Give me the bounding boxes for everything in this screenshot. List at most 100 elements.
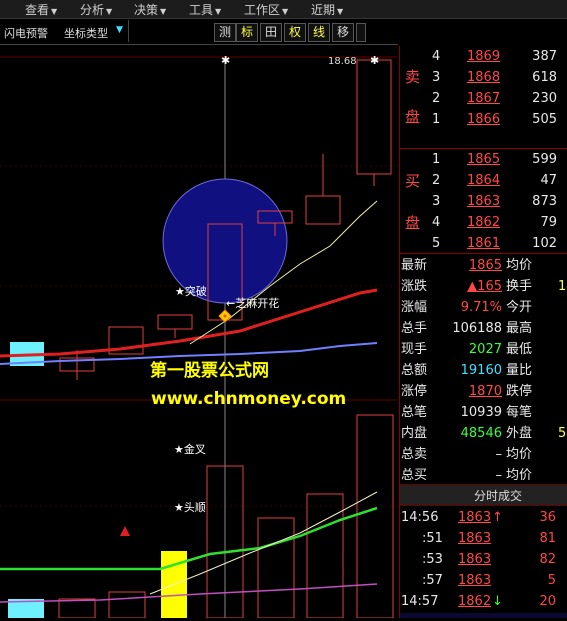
stat-label: 最新 bbox=[401, 258, 428, 273]
coord-type-label[interactable]: 坐标类型 bbox=[64, 25, 108, 41]
quote-row[interactable]: 现手 2027 最低 bbox=[400, 339, 567, 360]
tick-row[interactable]: :53 1863 82 bbox=[400, 549, 567, 570]
volume-bar bbox=[58, 598, 96, 619]
svg-text:✱: ✱ bbox=[370, 54, 379, 67]
ticks-header-label: 分时成交 bbox=[474, 489, 523, 503]
volume: 873 bbox=[532, 194, 557, 209]
quote-row[interactable]: 涨幅 9.71% 今开 bbox=[400, 297, 567, 318]
quote-row[interactable]: 总买 – 均价 bbox=[400, 465, 567, 486]
menu-item-label: 决策 bbox=[134, 3, 159, 17]
stat-label: 最低 bbox=[506, 342, 533, 357]
menu-item-label: 近期 bbox=[311, 3, 336, 17]
menu-item[interactable]: 分析 ▼ bbox=[80, 1, 112, 18]
move-button[interactable]: 移 bbox=[332, 23, 354, 42]
breakout-annotation: ★突破 bbox=[175, 285, 207, 298]
head-smooth-annotation: ★头顺 bbox=[174, 501, 206, 514]
quote-row[interactable]: 最新 1865 均价 bbox=[400, 255, 567, 276]
price: 1866 bbox=[467, 112, 501, 127]
buy-row[interactable]: 4 1862 79 bbox=[400, 212, 567, 233]
stat-label: 每笔 bbox=[506, 405, 533, 420]
level: 3 bbox=[432, 194, 441, 209]
sell-row[interactable]: 1 1866 505 bbox=[400, 109, 567, 130]
tick-row[interactable]: 14:57 1862 20 ↓ bbox=[400, 591, 567, 612]
tick-price: 1863 bbox=[458, 531, 492, 546]
level: 4 bbox=[432, 215, 441, 230]
price: 1862 bbox=[467, 215, 501, 230]
tick-time: :51 bbox=[422, 531, 443, 546]
menu-item-label: 分析 bbox=[80, 3, 105, 17]
tick-row[interactable]: :51 1863 81 bbox=[400, 528, 567, 549]
quote-row[interactable]: 涨跌 ▲165 换手 14 bbox=[400, 276, 567, 297]
stat-value: 5 bbox=[558, 426, 567, 441]
level: 3 bbox=[432, 70, 441, 85]
menu-item[interactable]: 近期 ▼ bbox=[311, 1, 343, 18]
sell-row[interactable]: 4 1869 387 bbox=[400, 46, 567, 67]
stat-label: 换手 bbox=[506, 279, 533, 294]
quote-row[interactable]: 总笔 10939 每笔 bbox=[400, 402, 567, 423]
price: 1868 bbox=[467, 70, 501, 85]
buy-row[interactable]: 2 1864 47 bbox=[400, 170, 567, 191]
chevron-down-icon: ▼ bbox=[282, 7, 289, 16]
menu-item[interactable]: 查看 ▼ bbox=[25, 1, 57, 18]
tick-row[interactable]: 14:56 1863 36 ↑ bbox=[400, 507, 567, 528]
stat-label: 今开 bbox=[506, 300, 533, 315]
quote-row[interactable]: 涨停 1870 跌停 bbox=[400, 381, 567, 402]
menu-bar: 查看 ▼ 分析 ▼ 决策 ▼ 工具 ▼ 工作区 ▼ 近期 ▼ bbox=[0, 0, 567, 19]
line-button[interactable]: 线 bbox=[308, 23, 330, 42]
stat-value: 1865 bbox=[468, 258, 502, 273]
volume: 387 bbox=[532, 49, 557, 64]
stat-label: 跌停 bbox=[506, 384, 533, 399]
volume-bar bbox=[257, 517, 295, 619]
signal-triangle bbox=[120, 526, 130, 536]
menu-item[interactable]: 工作区 ▼ bbox=[244, 1, 288, 18]
tick-row[interactable]: :57 1863 5 bbox=[400, 570, 567, 591]
price: 1869 bbox=[467, 49, 501, 64]
quote-row[interactable]: 总额 19160 量比 bbox=[400, 360, 567, 381]
volume: 230 bbox=[532, 91, 557, 106]
mark-button[interactable]: 标 bbox=[236, 23, 258, 42]
arrow-up-icon: ↑ bbox=[492, 510, 503, 525]
level: 2 bbox=[432, 91, 441, 106]
level: 5 bbox=[432, 236, 441, 251]
stat-label: 最高 bbox=[506, 321, 533, 336]
stat-value: 2027 bbox=[468, 342, 502, 357]
sell-row[interactable]: 3 1868 618 bbox=[400, 67, 567, 88]
stat-value: 14 bbox=[558, 279, 567, 294]
stat-value: – bbox=[495, 447, 503, 462]
stat-value: 106188 bbox=[452, 321, 502, 336]
volume: 599 bbox=[532, 152, 557, 167]
grid-button[interactable]: 田 bbox=[260, 23, 282, 42]
quote-row[interactable]: 总手 106188 最高 bbox=[400, 318, 567, 339]
svg-text:✱: ✱ bbox=[221, 54, 230, 67]
price-high-label: 18.68 bbox=[328, 56, 357, 67]
stat-label: 涨跌 bbox=[401, 279, 428, 294]
stat-value: 1870 bbox=[468, 384, 502, 399]
menu-item-label: 工作区 bbox=[244, 3, 281, 17]
toolbar-field[interactable] bbox=[128, 20, 211, 42]
buy-row[interactable]: 3 1863 873 bbox=[400, 191, 567, 212]
alert-label[interactable]: 闪电预警 bbox=[4, 25, 48, 41]
ticks-header[interactable]: 分时成交 bbox=[400, 484, 567, 506]
stat-label: 总买 bbox=[401, 468, 428, 483]
stat-label: 现手 bbox=[401, 342, 428, 357]
quote-row[interactable]: 内盘 48546 外盘 5 bbox=[400, 423, 567, 444]
tick-time: :53 bbox=[422, 552, 443, 567]
chevron-down-icon: ▼ bbox=[160, 7, 167, 16]
coord-dropdown-icon[interactable]: ▼ bbox=[116, 25, 123, 35]
menu-item-label: 查看 bbox=[25, 3, 50, 17]
price: 1863 bbox=[467, 194, 501, 209]
candle bbox=[356, 59, 392, 175]
chart-canvas: ✱ ✱ bbox=[0, 54, 397, 619]
buy-row[interactable]: 1 1865 599 bbox=[400, 149, 567, 170]
rights-button[interactable]: 权 bbox=[284, 23, 306, 42]
measure-button[interactable]: 测 bbox=[214, 23, 236, 42]
toolbar-overflow[interactable] bbox=[356, 23, 366, 42]
quote-row[interactable]: 总卖 – 均价 bbox=[400, 444, 567, 465]
stat-label: 均价 bbox=[506, 447, 533, 462]
kline-chart[interactable]: ✱ ✱ 18.68 ★突破 ←芝麻开花 ★金叉 ★头顺 第一股票公式网 www.… bbox=[0, 46, 397, 619]
buy-row[interactable]: 5 1861 102 bbox=[400, 233, 567, 254]
menu-item[interactable]: 工具 ▼ bbox=[189, 1, 221, 18]
tick-volume: 81 bbox=[539, 531, 556, 546]
sell-row[interactable]: 2 1867 230 bbox=[400, 88, 567, 109]
menu-item[interactable]: 决策 ▼ bbox=[134, 1, 166, 18]
